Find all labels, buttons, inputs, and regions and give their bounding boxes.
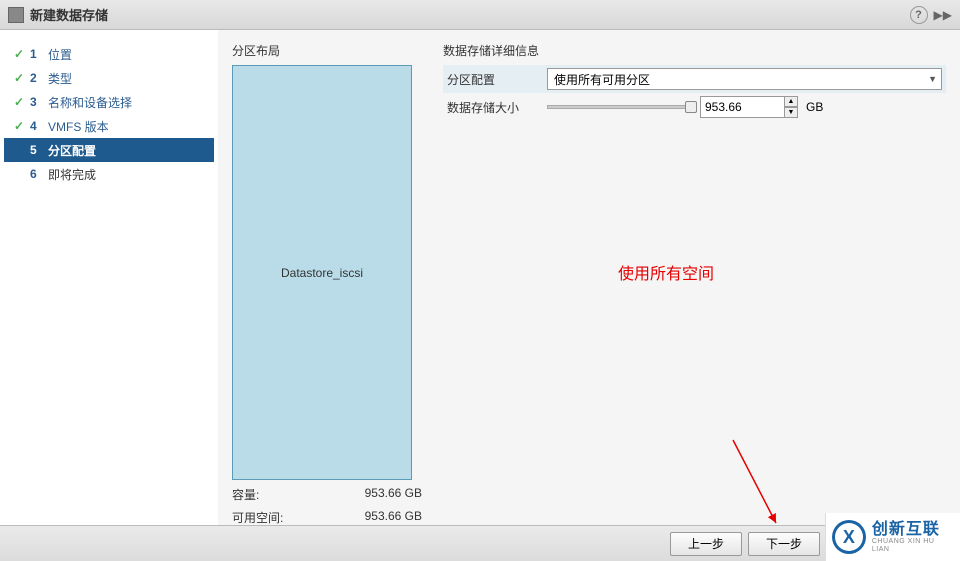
free-space-label: 可用空间: [232, 509, 365, 526]
step-partition-config[interactable]: ✓ 5 分区配置 [4, 138, 214, 162]
capacity-value: 953.66 GB [365, 486, 422, 503]
check-icon: ✓ [12, 143, 26, 157]
check-icon: ✓ [12, 119, 26, 133]
check-icon: ✓ [12, 71, 26, 85]
slider-thumb[interactable] [685, 101, 697, 113]
step-ready-complete[interactable]: ✓ 6 即将完成 [4, 162, 214, 186]
window-icon [8, 7, 24, 23]
size-slider[interactable] [547, 105, 692, 109]
back-button[interactable]: 上一步 [670, 532, 742, 556]
free-space-value: 953.66 GB [365, 509, 422, 526]
size-decrement[interactable]: ▼ [784, 107, 798, 118]
watermark-logo-icon: X [832, 520, 866, 554]
wizard-steps: ✓ 1 位置 ✓ 2 类型 ✓ 3 名称和设备选择 ✓ 4 VMFS 版本 ✓ … [0, 30, 218, 550]
datastore-name: Datastore_iscsi [281, 266, 363, 280]
check-icon: ✓ [12, 167, 26, 181]
step-vmfs-version[interactable]: ✓ 4 VMFS 版本 [4, 114, 214, 138]
partition-config-label: 分区配置 [447, 71, 547, 88]
size-input[interactable]: 953.66 [700, 96, 785, 118]
size-increment[interactable]: ▲ [784, 96, 798, 107]
watermark-en: CHUANG XIN HU LIAN [872, 538, 954, 553]
step-type[interactable]: ✓ 2 类型 [4, 66, 214, 90]
watermark-cn: 创新互联 [872, 521, 954, 539]
partition-diagram: Datastore_iscsi [232, 65, 412, 480]
expand-icon[interactable]: ▶▶ [934, 8, 952, 22]
watermark: X 创新互联 CHUANG XIN HU LIAN [825, 513, 960, 561]
size-label: 数据存储大小 [447, 99, 547, 116]
window-title: 新建数据存储 [30, 5, 910, 24]
capacity-label: 容量: [232, 486, 365, 503]
chevron-down-icon: ▼ [928, 74, 937, 84]
check-icon: ✓ [12, 47, 26, 61]
step-name-device[interactable]: ✓ 3 名称和设备选择 [4, 90, 214, 114]
step-location[interactable]: ✓ 1 位置 [4, 42, 214, 66]
annotation-arrow [728, 435, 788, 535]
details-title: 数据存储详细信息 [443, 42, 946, 59]
check-icon: ✓ [12, 95, 26, 109]
annotation-text: 使用所有空间 [618, 260, 714, 284]
next-button[interactable]: 下一步 [748, 532, 820, 556]
size-unit: GB [806, 100, 823, 114]
help-icon[interactable]: ? [910, 6, 928, 24]
partition-config-select[interactable]: 使用所有可用分区 ▼ [547, 68, 942, 90]
partition-layout-title: 分区布局 [232, 42, 427, 59]
